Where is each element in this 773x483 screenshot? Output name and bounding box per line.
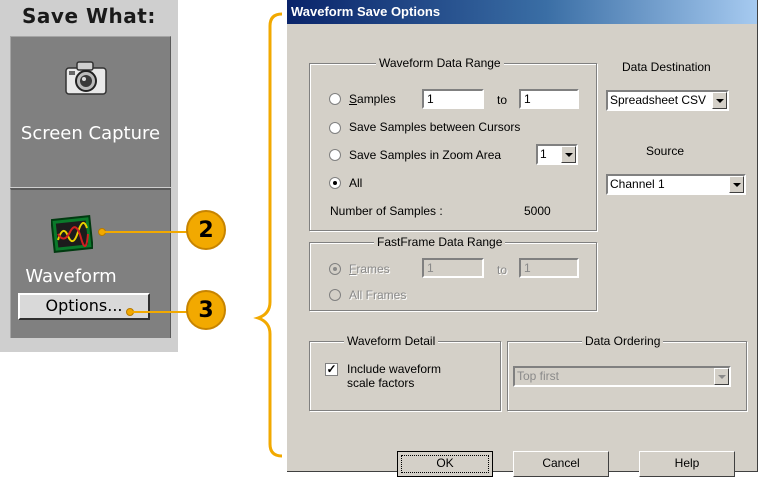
all-radio[interactable] [329,177,341,189]
data-destination-select[interactable]: Spreadsheet CSV [606,90,729,111]
callout-2-line [104,231,188,233]
all-frames-radio[interactable] [329,289,341,301]
zoom-area-radio[interactable] [329,149,341,161]
data-destination-label: Data Destination [622,60,711,74]
bracket-brace [253,12,283,458]
frames-to-input[interactable]: 1 [519,258,579,278]
between-cursors-label: Save Samples between Cursors [349,120,521,134]
all-frames-label: All Frames [349,288,407,302]
data-ordering-select[interactable]: Top first [513,366,731,387]
camera-icon [65,61,107,95]
samples-to-input[interactable]: 1 [519,89,579,109]
data-ordering-dropdown-icon[interactable] [714,368,729,385]
samples-radio[interactable] [329,93,341,105]
save-what-panel: Save What: Screen Capture Waveform Optio… [0,0,178,352]
source-label: Source [646,144,685,158]
screen-capture-label: Screen Capture [20,123,161,144]
ok-button[interactable]: OK [397,451,493,477]
frames-to-label: to [497,263,508,277]
waveform-save-options-dialog: Waveform Save Options Waveform Data Rang… [287,0,758,477]
waveform-data-range-title: Waveform Data Range [376,56,504,70]
samples-from-input[interactable]: 1 [422,89,484,109]
zoom-area-label: Save Samples in Zoom Area [349,148,502,162]
samples-label: Samples [349,92,396,106]
num-samples-label: Number of Samples : [330,204,443,218]
source-dropdown-icon[interactable] [729,176,744,193]
cancel-button[interactable]: Cancel [513,451,609,477]
frames-from-input[interactable]: 1 [422,258,484,278]
waveform-detail-title: Waveform Detail [344,334,439,348]
waveform-label: Waveform [25,266,117,287]
source-value: Channel 1 [610,177,665,191]
num-samples-value: 5000 [524,204,551,218]
waveform-icon [51,215,93,253]
include-scale-factors-checkbox[interactable]: ✓ [325,363,338,376]
data-ordering-value: Top first [517,369,560,383]
frames-label: Frames [349,262,390,276]
data-ordering-title: Data Ordering [582,334,664,348]
samples-to-label: to [497,93,508,107]
callout-3-line [132,311,188,313]
callout-2: 2 [186,210,226,250]
zoom-area-select[interactable]: 1 [536,144,578,165]
callout-3: 3 [186,290,226,330]
all-label: All [349,176,363,190]
data-destination-value: Spreadsheet CSV [610,93,707,107]
dialog-titlebar: Waveform Save Options [287,0,757,24]
help-button[interactable]: Help [639,451,735,477]
include-scale-factors-label-1: Include waveform [347,362,442,376]
frames-radio[interactable] [329,263,341,275]
ok-focus-rect [401,455,489,473]
zoom-area-value: 1 [540,147,547,161]
zoom-area-dropdown-icon[interactable] [561,146,576,163]
fastframe-title: FastFrame Data Range [374,235,506,249]
dialog-title: Waveform Save Options [291,4,441,19]
data-destination-dropdown-icon[interactable] [712,92,727,109]
screen-capture-button[interactable]: Screen Capture [10,36,171,187]
waveform-button[interactable]: Waveform Options... [10,188,171,338]
between-cursors-radio[interactable] [329,122,341,134]
save-what-title: Save What: [22,4,156,28]
include-scale-factors-label-2: scale factors [347,376,415,390]
source-select[interactable]: Channel 1 [606,174,746,195]
